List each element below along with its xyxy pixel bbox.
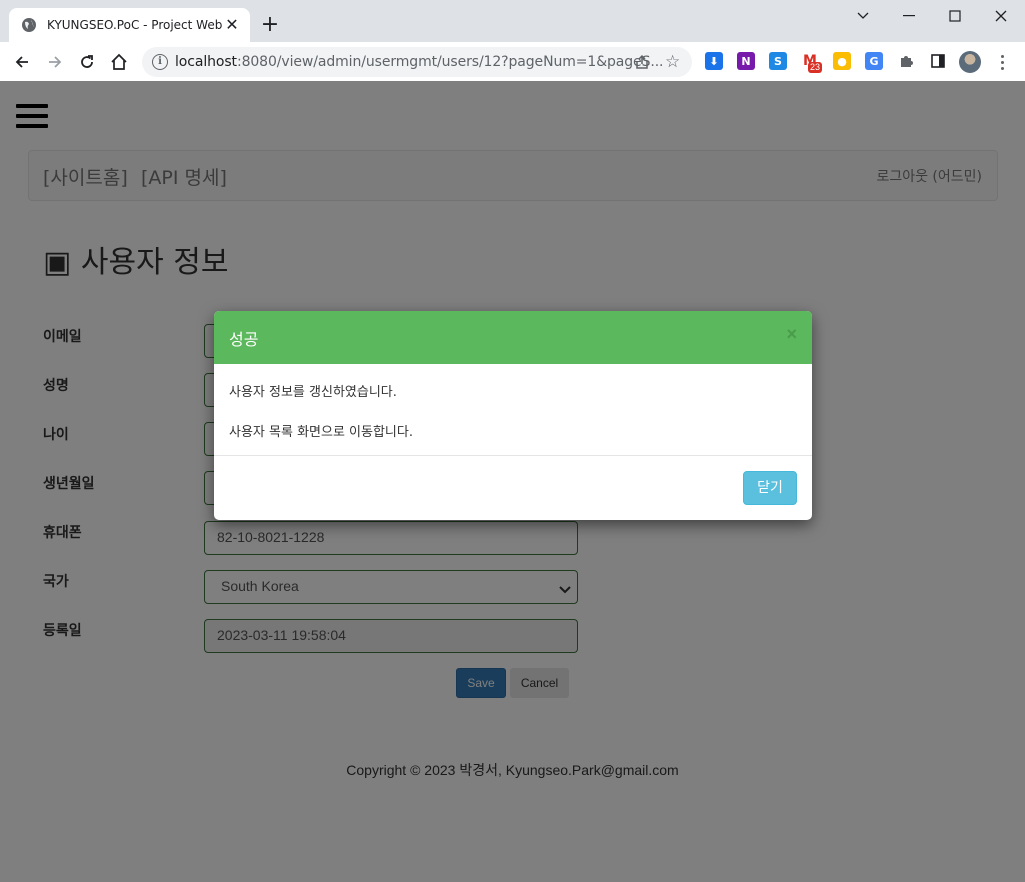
close-icon[interactable]: × [786,325,797,343]
browser-tab[interactable]: KYUNGSEO.PoC - Project Web S ✕ [9,8,250,42]
onenote-extension-icon[interactable]: N [737,52,755,70]
plus-icon[interactable]: + [258,14,282,38]
info-icon[interactable]: i [152,54,168,70]
modal-footer: 닫기 [214,456,812,520]
success-modal: 성공 × 사용자 정보를 갱신하였습니다. 사용자 목록 화면으로 이동합니다.… [214,311,812,520]
modal-title: 성공 [229,330,259,349]
modal-header: 성공 × [214,311,812,364]
download-extension-icon[interactable]: ⬇ [705,52,723,70]
more-icon[interactable] [995,51,1009,73]
window-close-icon[interactable] [989,4,1013,28]
forward-icon[interactable] [43,50,67,74]
puzzle-icon[interactable] [897,52,915,70]
profile-avatar[interactable] [959,51,981,73]
keep-extension-icon[interactable]: ● [833,52,851,70]
tab-title: KYUNGSEO.PoC - Project Web S [47,18,222,32]
modal-body: 사용자 정보를 갱신하였습니다. 사용자 목록 화면으로 이동합니다. [214,364,812,456]
minimize-icon[interactable] [897,4,921,28]
gmail-badge: 23 [808,62,823,73]
s-extension-icon[interactable]: S [769,52,787,70]
maximize-icon[interactable] [943,4,967,28]
browser-chrome: KYUNGSEO.PoC - Project Web S ✕ + i local… [0,0,1025,81]
chevron-down-icon[interactable] [851,4,875,28]
translate-extension-icon[interactable]: G [865,52,883,70]
reload-icon[interactable] [75,50,99,74]
home-icon[interactable] [107,50,131,74]
modal-message-line-1: 사용자 정보를 갱신하였습니다. [229,385,397,400]
share-icon[interactable] [634,54,650,74]
url-text: localhost:8080/view/admin/usermgmt/users… [175,54,664,70]
address-bar[interactable]: i localhost:8080/view/admin/usermgmt/use… [142,47,692,77]
browser-toolbar: i localhost:8080/view/admin/usermgmt/use… [0,42,1025,81]
modal-close-button[interactable]: 닫기 [743,471,797,505]
modal-message-line-2: 사용자 목록 화면으로 이동합니다. [229,425,413,440]
close-icon[interactable]: ✕ [224,17,240,33]
sidepanel-icon[interactable] [929,52,947,70]
back-icon[interactable] [10,50,34,74]
star-icon[interactable]: ☆ [665,52,680,72]
globe-icon [21,17,37,33]
